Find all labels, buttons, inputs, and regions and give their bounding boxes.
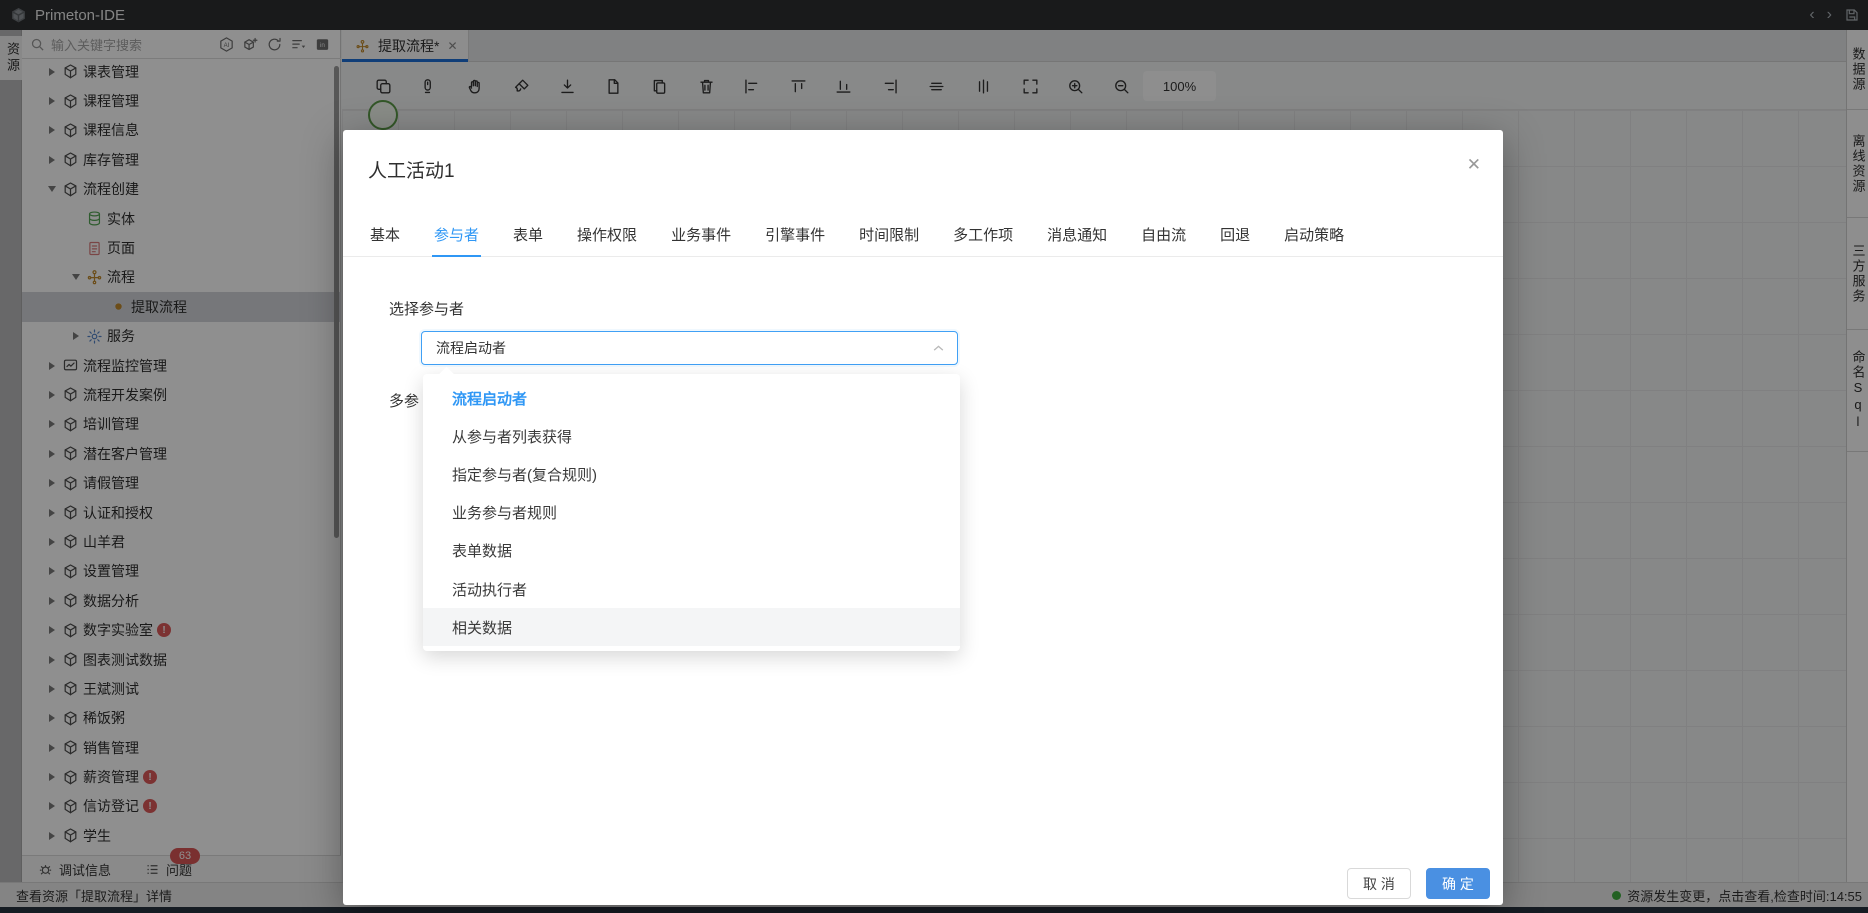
dropdown-option[interactable]: 活动执行者 (423, 570, 960, 608)
cancel-button[interactable]: 取 消 (1347, 868, 1411, 899)
chevron-up-icon (932, 342, 945, 355)
participant-select-label: 选择参与者 (389, 298, 464, 319)
dialog-tab[interactable]: 表单 (511, 212, 545, 256)
dropdown-option[interactable]: 流程启动者 (423, 379, 960, 417)
dialog-tab[interactable]: 引擎事件 (763, 212, 827, 256)
participant-dropdown: 流程启动者从参与者列表获得指定参与者(复合规则)业务参与者规则表单数据活动执行者… (423, 374, 960, 651)
dialog-title: 人工活动1 (368, 156, 455, 183)
dialog-tabs: 基本参与者表单操作权限业务事件引擎事件时间限制多工作项消息通知自由流回退启动策略 (343, 212, 1503, 257)
ok-button[interactable]: 确 定 (1426, 868, 1490, 899)
dropdown-option[interactable]: 指定参与者(复合规则) (423, 455, 960, 493)
dropdown-option[interactable]: 从参与者列表获得 (423, 417, 960, 455)
dialog-tab[interactable]: 回退 (1218, 212, 1252, 256)
dropdown-option[interactable]: 业务参与者规则 (423, 494, 960, 532)
dropdown-option[interactable]: 表单数据 (423, 532, 960, 570)
multi-participant-label-partial: 多参 (389, 390, 419, 411)
dialog-tab[interactable]: 操作权限 (575, 212, 639, 256)
dialog-tab[interactable]: 自由流 (1139, 212, 1188, 256)
dropdown-option[interactable]: 相关数据 (423, 608, 960, 646)
dialog-close-icon[interactable]: ✕ (1467, 156, 1481, 173)
dialog-tab[interactable]: 消息通知 (1045, 212, 1109, 256)
dialog-tab[interactable]: 参与者 (432, 212, 481, 256)
dialog-tab[interactable]: 多工作项 (951, 212, 1015, 256)
dialog-tab[interactable]: 业务事件 (669, 212, 733, 256)
participant-select-value: 流程启动者 (436, 338, 932, 358)
participant-select[interactable]: 流程启动者 (421, 331, 958, 365)
app-window: Primeton-IDE ‹ › 资源 输入关键字搜索 AIin 课表管理课程管… (0, 0, 1868, 913)
dialog-tab[interactable]: 启动策略 (1282, 212, 1346, 256)
dialog-tab[interactable]: 时间限制 (857, 212, 921, 256)
dialog-tab[interactable]: 基本 (368, 212, 402, 256)
